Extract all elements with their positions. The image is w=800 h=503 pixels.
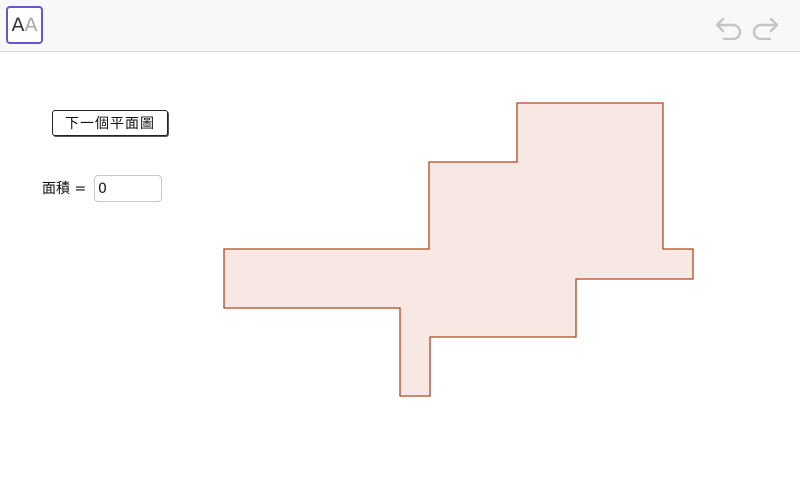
next-floor-plan-button[interactable]: 下一個平面圖: [52, 110, 168, 136]
undo-icon: [715, 17, 742, 41]
area-label: 面積 =: [42, 181, 87, 197]
app-window: AA 下一個平面圖 面積 =: [0, 0, 800, 503]
redo-button[interactable]: [750, 14, 780, 41]
undo-button[interactable]: [714, 14, 744, 41]
text-style-icon-light-letter: A: [24, 13, 38, 36]
text-style-icon-dark-letter: A: [11, 13, 25, 36]
text-style-button[interactable]: AA: [6, 6, 43, 44]
top-toolbar: AA: [0, 0, 800, 52]
area-input[interactable]: [94, 175, 162, 202]
redo-icon: [752, 17, 779, 41]
floor-plan-shape: [223, 102, 694, 397]
